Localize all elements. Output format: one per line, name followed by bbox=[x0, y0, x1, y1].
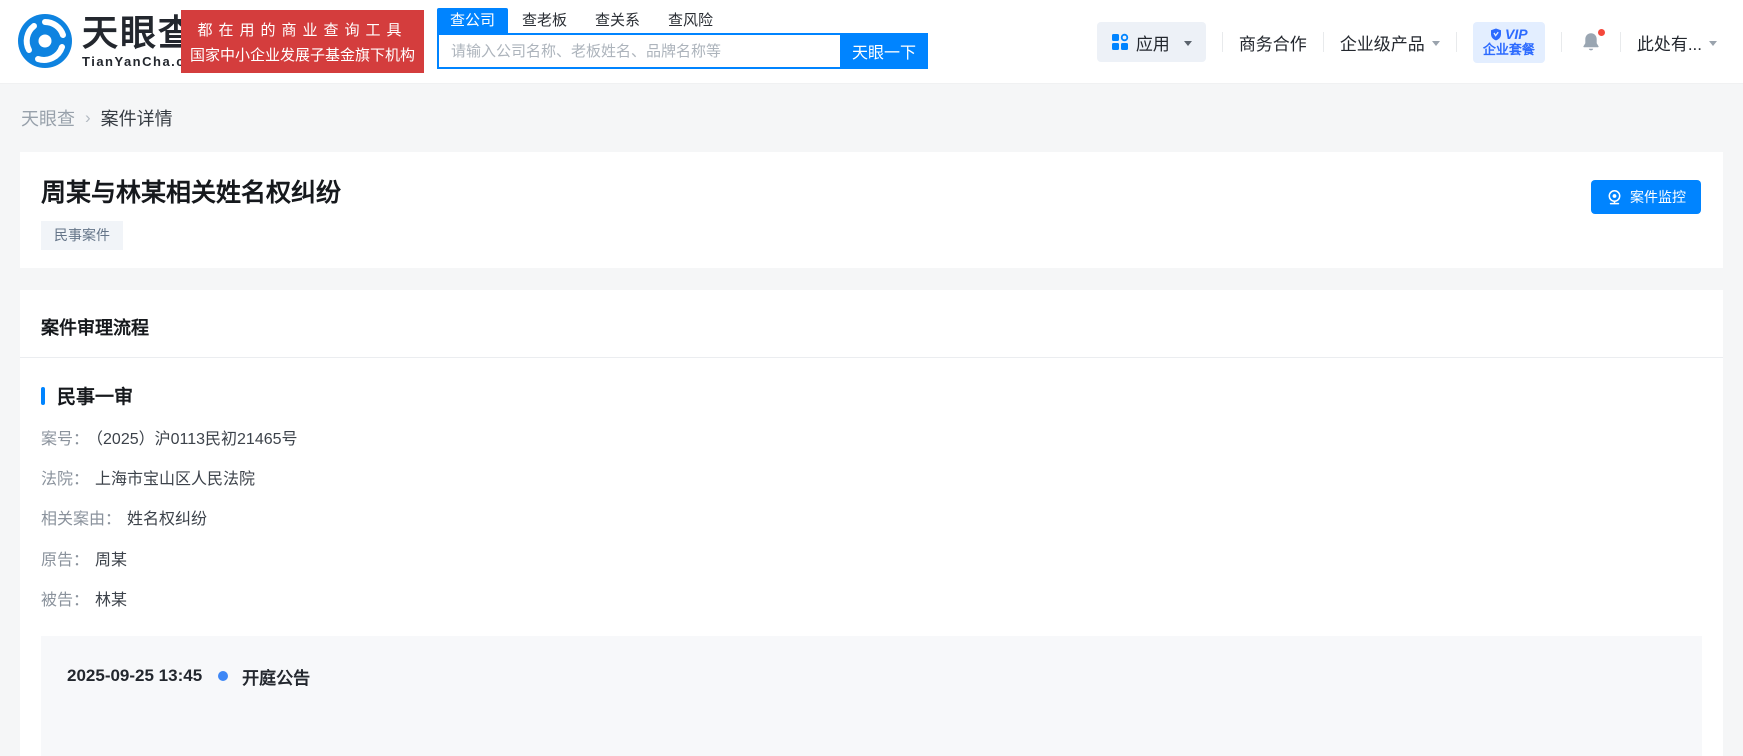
case-type-tag: 民事案件 bbox=[41, 221, 123, 250]
timeline-entry[interactable]: 2025-09-25 13:45 开庭公告 bbox=[67, 664, 1702, 689]
nav-divider bbox=[1455, 32, 1457, 52]
account-name: 此处有... bbox=[1636, 34, 1702, 54]
breadcrumb-home-link[interactable]: 天眼查 bbox=[21, 105, 75, 131]
process-section-title: 案件审理流程 bbox=[20, 314, 1723, 358]
nav-divider bbox=[1221, 32, 1223, 52]
chevron-down-icon bbox=[1709, 40, 1717, 46]
timeline-event: 开庭公告 bbox=[242, 668, 311, 688]
search-tabs: 查公司 查老板 查关系 查风险 bbox=[437, 8, 928, 33]
field-row-cause: 相关案由： 姓名权纠纷 bbox=[41, 511, 208, 529]
timeline-dot-icon bbox=[218, 671, 229, 682]
vip-package-badge[interactable]: VIP 企业套餐 bbox=[1472, 21, 1545, 63]
timeline-box: 2025-09-25 13:45 开庭公告 bbox=[41, 635, 1702, 756]
field-row-case-number: 案号： （2025）沪0113民初21465号 bbox=[41, 431, 298, 448]
apps-menu-label: 应用 bbox=[1135, 34, 1170, 54]
breadcrumb-separator: › bbox=[85, 108, 91, 127]
search-tab-company[interactable]: 查公司 bbox=[437, 8, 509, 33]
search-tab-relation[interactable]: 查关系 bbox=[581, 8, 654, 33]
nav-divider bbox=[1619, 32, 1621, 52]
case-monitor-label: 案件监控 bbox=[1630, 189, 1686, 205]
tianyancha-logo-icon bbox=[18, 14, 72, 68]
slogan-line2: 国家中小企业发展子基金旗下机构 bbox=[189, 46, 415, 64]
timeline-date: 2025-09-25 13:45 bbox=[67, 666, 203, 686]
field-row-plaintiff: 原告： 周某 bbox=[41, 551, 128, 569]
apps-grid-icon bbox=[1111, 33, 1129, 51]
chevron-down-icon bbox=[1183, 40, 1192, 46]
tianyancha-logo[interactable]: 天眼查 TianYanCha.com bbox=[18, 14, 208, 68]
apps-menu-button[interactable]: 应用 bbox=[1096, 22, 1206, 62]
search-input[interactable] bbox=[437, 33, 840, 69]
nav-enterprise-products[interactable]: 企业级产品 bbox=[1340, 30, 1440, 55]
case-title: 周某与林某相关姓名权纠纷 bbox=[41, 179, 342, 207]
vip-package-label: 企业套餐 bbox=[1482, 41, 1535, 57]
nav-divider bbox=[1322, 32, 1324, 52]
search-button[interactable]: 天眼一下 bbox=[840, 33, 928, 69]
account-menu[interactable]: 此处有... bbox=[1637, 30, 1717, 55]
header-nav: 应用 商务合作 企业级产品 VIP 企业套餐 此处有... bbox=[1096, 0, 1717, 84]
nav-business-cooperation[interactable]: 商务合作 bbox=[1239, 30, 1307, 55]
notification-dot bbox=[1596, 27, 1606, 37]
breadcrumb-bar: 天眼查 › 案件详情 bbox=[0, 84, 1743, 152]
monitor-camera-icon bbox=[1606, 189, 1623, 206]
breadcrumb: 天眼查 › 案件详情 bbox=[21, 105, 173, 131]
case-process-card: 案件审理流程 民事一审 案号： （2025）沪0113民初21465号 法院： 上海… bbox=[20, 290, 1723, 756]
stage-accent-bar bbox=[41, 386, 45, 405]
site-header: 天眼查 TianYanCha.com 都在用的商业查询工具 国家中小企业发展子基… bbox=[0, 0, 1743, 84]
case-header-card: 周某与林某相关姓名权纠纷 民事案件 案件监控 bbox=[20, 152, 1723, 268]
case-monitor-button[interactable]: 案件监控 bbox=[1591, 180, 1701, 214]
search-tab-risk[interactable]: 查风险 bbox=[654, 8, 727, 33]
stage-heading: 民事一审 bbox=[41, 382, 1702, 409]
notification-bell-button[interactable] bbox=[1580, 27, 1606, 54]
field-row-defendant: 被告： 林某 bbox=[41, 591, 128, 609]
vip-label: VIP bbox=[1505, 25, 1528, 42]
search-area: 查公司 查老板 查关系 查风险 天眼一下 bbox=[437, 8, 928, 69]
nav-divider bbox=[1560, 32, 1562, 52]
field-row-court: 法院： 上海市宝山区人民法院 bbox=[41, 471, 256, 489]
stage-title: 民事一审 bbox=[57, 387, 134, 408]
slogan-line1: 都在用的商业查询工具 bbox=[197, 21, 408, 39]
vip-shield-icon bbox=[1490, 28, 1502, 41]
slogan-banner: 都在用的商业查询工具 国家中小企业发展子基金旗下机构 bbox=[181, 10, 424, 73]
chevron-down-icon bbox=[1431, 40, 1440, 46]
breadcrumb-current: 案件详情 bbox=[100, 109, 173, 129]
search-tab-boss[interactable]: 查老板 bbox=[508, 8, 581, 33]
